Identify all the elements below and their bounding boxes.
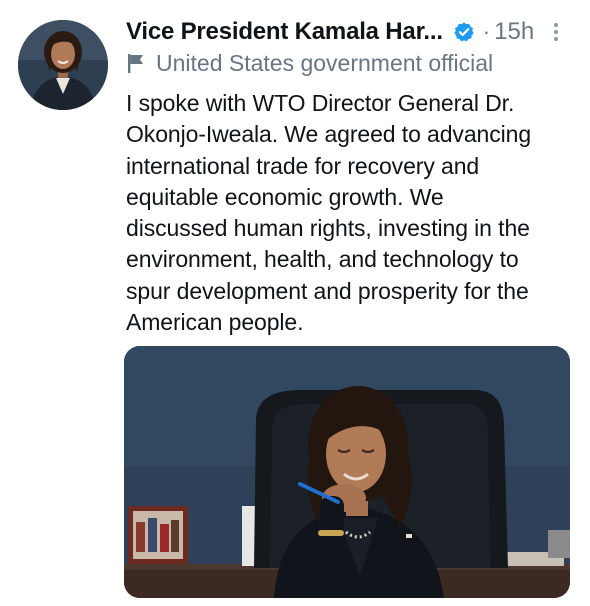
tweet-text-line: Okonjo-Iweala. We agreed to advancing bbox=[126, 121, 532, 148]
tweet-text-line: discussed human rights, investing in the bbox=[126, 215, 530, 242]
verified-badge-icon bbox=[453, 21, 475, 43]
tweet-photo[interactable] bbox=[124, 346, 570, 598]
tweet-timestamp[interactable]: 15h bbox=[494, 18, 534, 46]
author-display-name[interactable]: Vice President Kamala Har... bbox=[126, 18, 443, 46]
tweet[interactable]: Vice President Kamala Har... · 15h Unite… bbox=[0, 0, 590, 606]
tweet-text-line: equitable economic growth. We bbox=[126, 183, 444, 210]
government-label[interactable]: United States government official bbox=[126, 48, 493, 78]
government-label-text: United States government official bbox=[156, 49, 494, 76]
tweet-text: I spoke with WTO Director General Dr. Ok… bbox=[126, 88, 576, 338]
more-vertical-icon[interactable] bbox=[550, 20, 562, 44]
tweet-text-line: environment, health, and technology to bbox=[126, 246, 519, 273]
avatar[interactable] bbox=[18, 20, 108, 110]
tweet-text-line: I spoke with WTO Director General Dr. bbox=[126, 90, 515, 116]
separator-dot: · bbox=[482, 19, 491, 44]
tweet-header: Vice President Kamala Har... · 15h bbox=[126, 12, 534, 52]
flag-icon bbox=[126, 52, 146, 74]
tweet-text-line: spur development and prosperity for the bbox=[126, 277, 529, 304]
tweet-text-line: American people. bbox=[126, 309, 304, 336]
tweet-text-line: international trade for recovery and bbox=[126, 152, 480, 179]
